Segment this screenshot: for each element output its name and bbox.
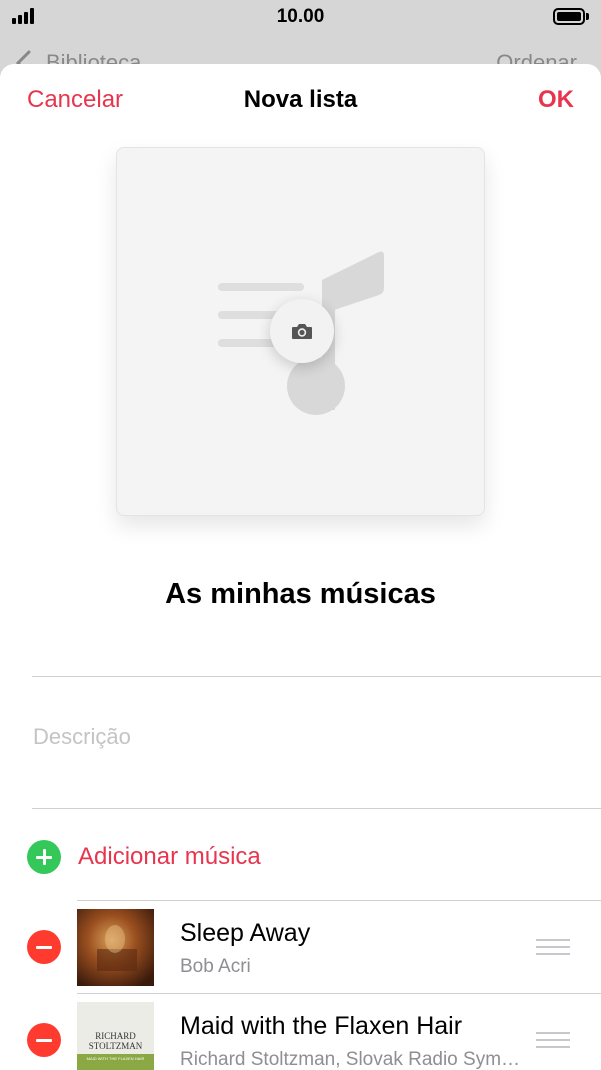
camera-button[interactable] (270, 299, 334, 363)
reorder-handle-icon[interactable] (536, 937, 570, 957)
song-title: Sleep Away (180, 919, 311, 947)
ok-button[interactable]: OK (538, 86, 574, 114)
add-icon (27, 840, 61, 874)
status-bar: 10.00 (0, 0, 601, 34)
divider (32, 808, 601, 809)
album-cover (77, 909, 154, 986)
camera-icon (292, 324, 312, 339)
add-music-button[interactable]: Adicionar música (0, 840, 601, 876)
song-row: Sleep Away Bob Acri (0, 901, 601, 993)
remove-song-button[interactable] (27, 930, 61, 964)
remove-song-button[interactable] (27, 1023, 61, 1057)
reorder-handle-icon[interactable] (536, 1030, 570, 1050)
sheet-title: Nova lista (243, 86, 358, 113)
svg-text:STOLTZMAN: STOLTZMAN (89, 1041, 143, 1051)
new-playlist-screen: 10.00 Biblioteca Ordenar Cancelar Nova l… (0, 0, 601, 1070)
album-cover: RICHARD STOLTZMAN MAID WITH THE FLAXEN H… (77, 1002, 154, 1070)
add-music-label: Adicionar música (78, 843, 261, 870)
sheet-nav-bar: Cancelar Nova lista OK (0, 64, 601, 136)
svg-text:MAID WITH THE FLAXEN HAIR: MAID WITH THE FLAXEN HAIR (87, 1056, 145, 1061)
playlist-name-field[interactable]: As minhas músicas (0, 578, 601, 611)
playlist-artwork[interactable] (116, 147, 485, 516)
divider (32, 676, 601, 677)
new-playlist-sheet: Cancelar Nova lista OK As minhas músicas… (0, 64, 601, 1070)
song-artist: Bob Acri (180, 956, 251, 977)
song-row: RICHARD STOLTZMAN MAID WITH THE FLAXEN H… (0, 994, 601, 1070)
svg-text:RICHARD: RICHARD (95, 1031, 136, 1041)
song-artist: Richard Stoltzman, Slovak Radio Symphony… (180, 1049, 530, 1070)
description-field[interactable]: Descrição (33, 724, 131, 750)
song-title: Maid with the Flaxen Hair (180, 1012, 463, 1040)
status-time: 10.00 (276, 6, 325, 27)
battery-icon (553, 8, 589, 25)
